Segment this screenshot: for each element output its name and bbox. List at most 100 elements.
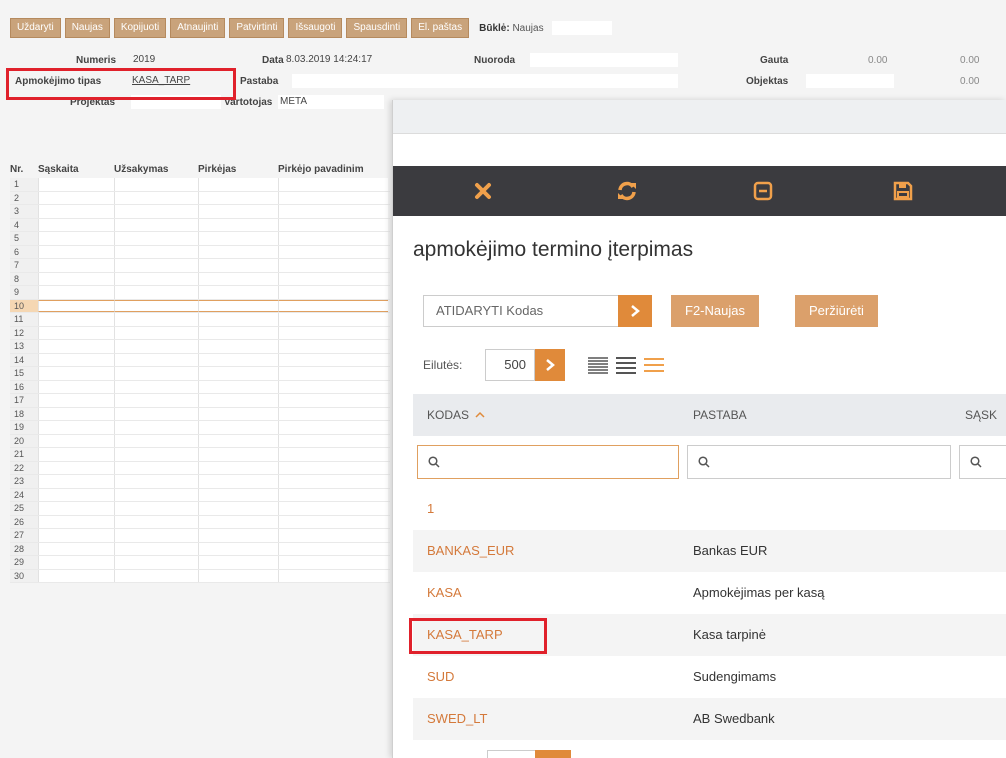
copy-button[interactable]: Kopijuoti xyxy=(113,18,167,38)
grid-cell[interactable] xyxy=(278,218,388,231)
grid-cell[interactable] xyxy=(38,313,114,326)
save-button[interactable]: Išsaugoti xyxy=(288,18,343,38)
row-kodas[interactable]: 1 xyxy=(427,501,434,516)
table-row[interactable]: BANKAS_EUR Bankas EUR xyxy=(413,530,1006,572)
search-input[interactable]: ATIDARYTI Kodas xyxy=(423,295,619,327)
grid-row[interactable]: 15 xyxy=(10,367,390,381)
grid-row[interactable]: 28 xyxy=(10,542,390,556)
grid-cell[interactable] xyxy=(278,326,388,339)
grid-row[interactable]: 19 xyxy=(10,421,390,435)
grid-cell[interactable] xyxy=(114,556,198,569)
grid-cell[interactable] xyxy=(38,475,114,488)
grid-cell[interactable] xyxy=(198,367,278,380)
grid-cell[interactable] xyxy=(198,475,278,488)
grid-row[interactable]: 7 xyxy=(10,259,390,273)
grid-cell[interactable] xyxy=(38,259,114,272)
grid-cell[interactable] xyxy=(38,529,114,542)
grid-cell[interactable] xyxy=(114,205,198,218)
vartotojas-field[interactable]: META xyxy=(278,95,384,109)
table-row[interactable]: SUD Sudengimams xyxy=(413,656,1006,698)
grid-cell[interactable] xyxy=(198,502,278,515)
grid-cell[interactable] xyxy=(114,272,198,285)
grid-cell[interactable] xyxy=(38,515,114,528)
grid-cell[interactable] xyxy=(278,502,388,515)
grid-cell[interactable] xyxy=(278,515,388,528)
grid-cell[interactable] xyxy=(38,299,114,312)
grid-row[interactable]: 4 xyxy=(10,218,390,232)
grid-cell[interactable] xyxy=(114,367,198,380)
refresh-button[interactable]: Atnaujinti xyxy=(170,18,226,38)
grid-cell[interactable] xyxy=(278,542,388,555)
grid-row[interactable]: 25 xyxy=(10,502,390,516)
grid-cell[interactable] xyxy=(278,259,388,272)
grid-cell[interactable] xyxy=(38,488,114,501)
grid-cell[interactable] xyxy=(198,245,278,258)
grid-cell[interactable] xyxy=(198,353,278,366)
row-kodas[interactable]: KASA xyxy=(427,585,462,600)
table-row[interactable]: 1 xyxy=(413,488,1006,530)
grid-cell[interactable] xyxy=(114,529,198,542)
grid-row[interactable]: 20 xyxy=(10,434,390,448)
grid-cell[interactable] xyxy=(198,542,278,555)
minimize-icon[interactable] xyxy=(743,166,783,216)
filter-kodas-input[interactable] xyxy=(417,445,679,479)
grid-row[interactable]: 10 xyxy=(10,299,390,313)
grid-row[interactable]: 30 xyxy=(10,569,390,583)
grid-cell[interactable] xyxy=(278,178,388,191)
grid-row[interactable]: 1 xyxy=(10,178,390,192)
grid-cell[interactable] xyxy=(114,191,198,204)
col-pastaba[interactable]: PASTABA xyxy=(693,408,747,422)
filter-saskaita-input[interactable] xyxy=(959,445,1006,479)
grid-cell[interactable] xyxy=(198,286,278,299)
grid-cell[interactable] xyxy=(114,434,198,447)
grid-row[interactable]: 21 xyxy=(10,448,390,462)
grid-cell[interactable] xyxy=(38,205,114,218)
filter-pastaba-input[interactable] xyxy=(687,445,951,479)
grid-cell[interactable] xyxy=(198,448,278,461)
search-go-button[interactable] xyxy=(618,295,652,327)
grid-cell[interactable] xyxy=(278,394,388,407)
preview-button[interactable]: Peržiūrėti xyxy=(795,295,878,327)
grid-cell[interactable] xyxy=(198,313,278,326)
grid-cell[interactable] xyxy=(114,407,198,420)
grid-cell[interactable] xyxy=(38,448,114,461)
grid-cell[interactable] xyxy=(198,461,278,474)
col-kodas[interactable]: KODAS xyxy=(427,408,485,422)
grid-cell[interactable] xyxy=(38,461,114,474)
rows-input[interactable]: 500 xyxy=(485,349,535,381)
grid-cell[interactable] xyxy=(38,394,114,407)
density-normal-icon[interactable] xyxy=(615,356,637,374)
numeris-field[interactable]: 2019 xyxy=(131,53,221,67)
table-row[interactable]: KASA Apmokėjimas per kasą xyxy=(413,572,1006,614)
grid-row[interactable]: 5 xyxy=(10,232,390,246)
grid-row[interactable]: 18 xyxy=(10,407,390,421)
grid-row[interactable]: 14 xyxy=(10,353,390,367)
grid-cell[interactable] xyxy=(198,529,278,542)
grid-cell[interactable] xyxy=(38,232,114,245)
grid-cell[interactable] xyxy=(198,178,278,191)
grid-cell[interactable] xyxy=(38,421,114,434)
grid-row[interactable]: 24 xyxy=(10,488,390,502)
grid-cell[interactable] xyxy=(114,218,198,231)
grid-cell[interactable] xyxy=(198,326,278,339)
pastaba-field[interactable] xyxy=(292,74,678,88)
grid-cell[interactable] xyxy=(114,569,198,582)
grid-cell[interactable] xyxy=(114,313,198,326)
nuoroda-field[interactable] xyxy=(530,53,678,67)
grid-row[interactable]: 11 xyxy=(10,313,390,327)
data-field[interactable]: 8.03.2019 14:24:17 xyxy=(284,53,422,67)
grid-cell[interactable] xyxy=(114,299,198,312)
pager-go-button[interactable] xyxy=(535,750,571,758)
grid-cell[interactable] xyxy=(278,232,388,245)
save-icon[interactable] xyxy=(883,166,923,216)
grid-cell[interactable] xyxy=(278,340,388,353)
grid-cell[interactable] xyxy=(278,569,388,582)
grid-cell[interactable] xyxy=(38,326,114,339)
row-kodas[interactable]: BANKAS_EUR xyxy=(427,543,514,558)
grid-row[interactable]: 12 xyxy=(10,326,390,340)
density-wide-icon[interactable] xyxy=(643,356,665,374)
grid-cell[interactable] xyxy=(278,529,388,542)
grid-cell[interactable] xyxy=(114,178,198,191)
grid-cell[interactable] xyxy=(114,394,198,407)
grid-cell[interactable] xyxy=(38,245,114,258)
